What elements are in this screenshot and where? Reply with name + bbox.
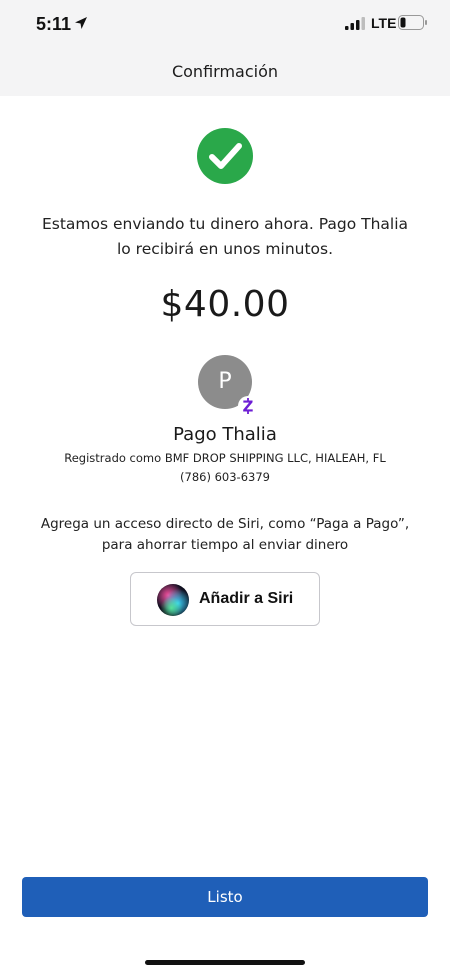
amount-sent: $40.00 xyxy=(160,284,290,325)
status-time: 5:11 xyxy=(36,14,72,34)
siri-hint: Agrega un acceso directo de Siri, como “… xyxy=(20,514,430,556)
page-title: Confirmación xyxy=(171,62,279,81)
status-bar: 5:11 LTE xyxy=(0,0,450,48)
location-arrow-icon xyxy=(75,17,87,29)
done-button[interactable]: Listo xyxy=(22,877,428,917)
siri-hint-line-1: Agrega un acceso directo de Siri, como “… xyxy=(40,516,410,532)
signal-icon xyxy=(345,17,365,30)
recipient-phone: (786) 603-6379 xyxy=(180,470,270,484)
confirmation-message: Estamos enviando tu dinero ahora. Pago T… xyxy=(41,215,409,258)
siri-orb-icon xyxy=(157,584,189,616)
home-indicator xyxy=(145,960,305,965)
battery-icon xyxy=(398,15,427,30)
siri-hint-line-2: para ahorrar tiempo al enviar dinero xyxy=(101,537,349,553)
add-to-siri-button[interactable]: Añadir a Siri xyxy=(130,572,320,626)
recipient-registered-as: Registrado como BMF DROP SHIPPING LLC, H… xyxy=(64,451,386,465)
add-to-siri-label: Añadir a Siri xyxy=(199,590,294,607)
check-circle-icon xyxy=(197,128,253,184)
network-label: LTE xyxy=(371,15,397,31)
zelle-badge-icon: Z xyxy=(238,396,258,416)
recipient-name: Pago Thalia xyxy=(173,424,277,445)
done-button-label: Listo xyxy=(207,888,243,906)
navigation-bar: Confirmación xyxy=(0,48,450,96)
